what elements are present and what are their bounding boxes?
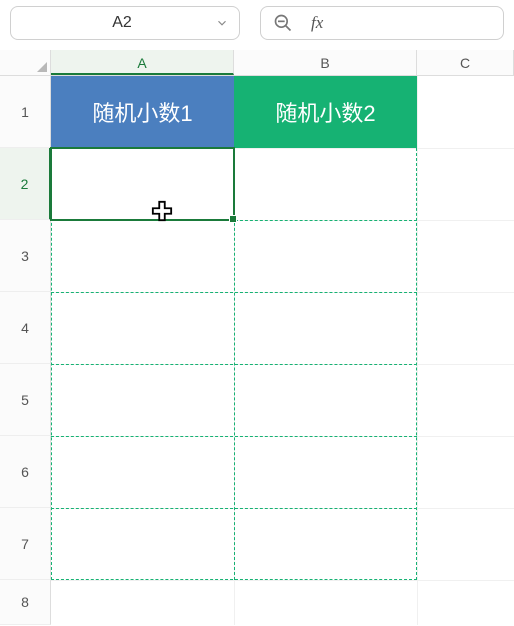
row-header-4[interactable]: 4 [0,292,51,364]
cells-area[interactable]: 随机小数1 随机小数2 [51,76,514,625]
cell-a1[interactable]: 随机小数1 [51,76,234,148]
row-header-5[interactable]: 5 [0,364,51,436]
zoom-out-icon[interactable] [273,13,293,33]
row-headers: 1 2 3 4 5 6 7 8 [0,76,51,625]
column-header-a[interactable]: A [51,50,234,75]
table-dashed-border [51,148,417,580]
row-header-7[interactable]: 7 [0,508,51,580]
fx-icon[interactable]: fx [311,13,323,33]
name-box[interactable]: A2 [10,6,240,40]
spreadsheet-grid: A B C 1 2 3 4 5 6 7 8 [0,50,514,625]
row-header-6[interactable]: 6 [0,436,51,508]
row-header-1[interactable]: 1 [0,76,51,148]
name-box-value: A2 [29,14,215,32]
column-header-b[interactable]: B [234,50,417,75]
fill-handle[interactable] [229,215,237,223]
row-header-2[interactable]: 2 [0,148,51,220]
grid-body: 1 2 3 4 5 6 7 8 随机小数1 随机小数2 [0,76,514,625]
active-cell-outline [50,147,235,221]
cell-cursor-icon [151,200,173,222]
column-headers: A B C [0,50,514,76]
row-header-3[interactable]: 3 [0,220,51,292]
formula-input-wrap[interactable]: fx [260,6,504,40]
chevron-down-icon [215,16,229,30]
formula-bar: A2 fx [0,0,514,50]
row-header-8[interactable]: 8 [0,580,51,625]
gridlines [51,76,514,625]
select-all-triangle-icon [37,62,47,72]
select-all-corner[interactable] [0,50,51,75]
cell-b1[interactable]: 随机小数2 [234,76,417,148]
column-header-c[interactable]: C [417,50,514,75]
